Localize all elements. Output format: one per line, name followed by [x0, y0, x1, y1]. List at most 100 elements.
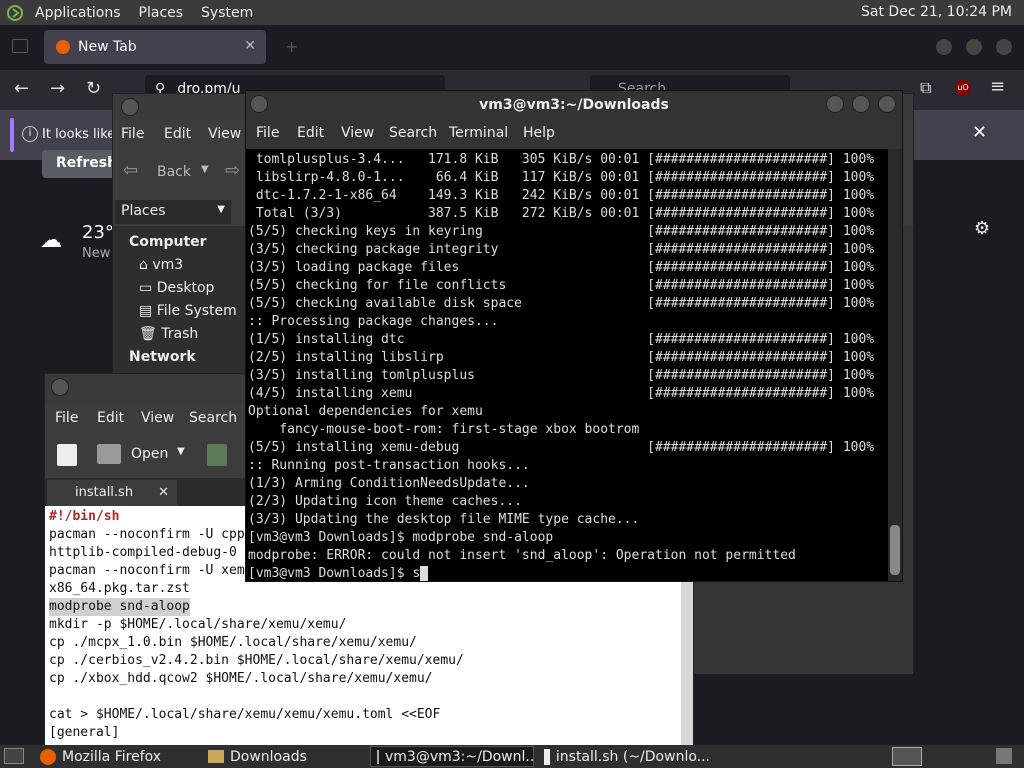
sidebar-header-network: Network	[129, 349, 196, 365]
terminal-output[interactable]: tomlplusplus-3.4... 171.8 KiB 305 KiB/s …	[246, 149, 888, 581]
places-label: Places	[121, 203, 166, 219]
system-menu[interactable]: System	[192, 5, 262, 21]
desktop-icon: ▭	[139, 280, 157, 296]
terminal-scrollbar[interactable]	[888, 149, 902, 581]
terminal-line: libslirp-4.8.0-1... 66.4 KiB 117 KiB/s 0…	[248, 170, 875, 185]
distro-logo-icon[interactable]	[4, 2, 26, 24]
code-line: cp ./mcpx_1.0.bin $HOME/.local/share/xem…	[49, 635, 417, 650]
terminal-line: (3/5) installing tomlplusplus [#########…	[248, 368, 875, 383]
clock[interactable]: Sat Dec 21, 10:24 PM	[861, 4, 1012, 20]
new-document-icon[interactable]	[57, 444, 77, 466]
taskbar-item-firefox[interactable]: Mozilla Firefox	[34, 746, 196, 767]
menu-help[interactable]: Help	[523, 125, 555, 141]
code-line: x86_64.pkg.tar.zst	[49, 581, 190, 596]
taskbar-item-downloads[interactable]: Downloads	[202, 746, 364, 767]
menu-search[interactable]: Search	[389, 125, 437, 141]
open-button[interactable]: Open	[131, 446, 168, 462]
places-dropdown-icon: ▼	[217, 204, 225, 215]
menu-file[interactable]: File	[121, 126, 144, 142]
minimize-icon[interactable]	[936, 39, 952, 55]
close-window-icon[interactable]	[996, 39, 1012, 55]
menu-edit[interactable]: Edit	[164, 126, 191, 142]
maximize-icon[interactable]	[966, 39, 982, 55]
maximize-icon[interactable]	[852, 95, 870, 113]
sidebar-item-trash[interactable]: 🗑 Trash	[139, 326, 198, 342]
menu-view[interactable]: View	[208, 126, 241, 142]
trash-applet-icon[interactable]	[996, 748, 1012, 764]
workspace-switcher-icon[interactable]	[892, 747, 922, 766]
home-icon: ⌂	[139, 257, 153, 273]
terminal-line: :: Running post-transaction hooks...	[248, 458, 530, 473]
menu-edit[interactable]: Edit	[297, 125, 324, 141]
bottom-panel: Mozilla Firefox Downloads vm3@vm3:~/Down…	[0, 745, 1024, 768]
weather-temp: 23°	[82, 222, 114, 243]
new-tab-icon[interactable]: +	[285, 37, 298, 56]
taskbar-item-gedit[interactable]: install.sh (~/Downlo...	[538, 746, 710, 767]
top-panel: Applications Places System Sat Dec 21, 1…	[0, 0, 1024, 25]
terminal-cursor	[420, 566, 429, 581]
sidebar-item-filesystem[interactable]: ▤ File System	[139, 303, 237, 319]
open-folder-icon[interactable]	[97, 444, 121, 464]
info-icon: i	[22, 126, 38, 142]
back-arrow-icon[interactable]: ⇦	[123, 160, 138, 181]
window-menu-icon[interactable]	[51, 378, 69, 396]
weather-location: New	[82, 246, 111, 261]
terminal-scroll-thumb[interactable]	[890, 525, 900, 575]
back-dropdown-icon[interactable]: ▼	[201, 164, 209, 175]
tab-new-tab[interactable]: New Tab ✕	[44, 30, 266, 64]
sidebar-item-label: Trash	[161, 326, 199, 342]
close-window-icon[interactable]	[878, 95, 896, 113]
open-dropdown-icon[interactable]: ▼	[177, 446, 185, 457]
terminal-line: [vm3@vm3 Downloads]$ modprobe snd-aloop	[248, 530, 554, 545]
show-desktop-icon[interactable]	[4, 748, 24, 764]
firefox-favicon-icon	[56, 40, 70, 54]
sidebar-header-computer: Computer	[129, 234, 207, 250]
menu-search[interactable]: Search	[189, 410, 237, 426]
tab-title: New Tab	[78, 39, 137, 55]
menu-view[interactable]: View	[341, 125, 374, 141]
taskbar-item-terminal[interactable]: vm3@vm3:~/Downl...	[370, 746, 534, 767]
notification-text: It looks like	[42, 127, 116, 142]
sidebar-item-vm3[interactable]: ⌂ vm3	[139, 257, 183, 273]
menu-edit[interactable]: Edit	[97, 410, 124, 426]
close-tab-icon[interactable]: ✕	[158, 485, 169, 500]
menu-terminal[interactable]: Terminal	[449, 125, 508, 141]
sidebar-item-label: Desktop	[156, 280, 215, 296]
ublock-icon[interactable]: uO	[955, 80, 971, 96]
tab-install-sh[interactable]: install.sh ✕	[47, 480, 177, 506]
menu-view[interactable]: View	[141, 410, 174, 426]
code-line: mkdir -p $HOME/.local/share/xemu/xemu/	[49, 617, 347, 632]
terminal-prompt: [vm3@vm3 Downloads]$ s	[248, 566, 421, 581]
terminal-line: (3/5) checking package integrity [######…	[248, 242, 875, 257]
terminal-titlebar: vm3@vm3:~/Downloads	[246, 91, 902, 119]
places-menu[interactable]: Places	[130, 5, 193, 21]
settings-gear-icon[interactable]: ⚙	[974, 218, 990, 239]
close-tab-icon[interactable]: ✕	[244, 38, 256, 54]
places-selector[interactable]: Places ▼	[115, 200, 231, 224]
forward-icon[interactable]: →	[50, 78, 65, 99]
menu-file[interactable]: File	[55, 410, 78, 426]
sidebar-item-desktop[interactable]: ▭ Desktop	[139, 280, 214, 296]
menu-hamburger-icon[interactable]: ≡	[990, 76, 1005, 97]
terminal-line: (1/5) installing dtc [##################…	[248, 332, 875, 347]
tab-list-icon[interactable]	[12, 39, 28, 53]
sidebar-item-label: File System	[156, 303, 237, 319]
back-button[interactable]: Back	[157, 164, 191, 180]
close-notification-icon[interactable]: ✕	[972, 122, 987, 143]
extensions-icon[interactable]: ⧉	[920, 78, 931, 98]
window-menu-icon[interactable]	[121, 98, 139, 116]
back-icon[interactable]: ←	[14, 78, 29, 99]
reload-icon[interactable]: ↻	[86, 78, 101, 99]
applications-menu[interactable]: Applications	[26, 5, 130, 21]
text-editor-icon	[544, 748, 550, 765]
forward-arrow-icon[interactable]: ⇨	[225, 160, 240, 181]
taskbar-label: install.sh (~/Downlo...	[555, 748, 710, 765]
terminal-line: modprobe: ERROR: could not insert 'snd_a…	[248, 548, 796, 563]
minimize-icon[interactable]	[826, 95, 844, 113]
menu-file[interactable]: File	[256, 125, 279, 141]
terminal-line: (5/5) checking keys in keyring [########…	[248, 224, 875, 239]
save-icon[interactable]	[207, 444, 227, 466]
folder-icon	[208, 750, 224, 763]
terminal-menubar: File Edit View Search Terminal Help	[246, 119, 902, 149]
window-menu-icon[interactable]	[250, 95, 268, 113]
